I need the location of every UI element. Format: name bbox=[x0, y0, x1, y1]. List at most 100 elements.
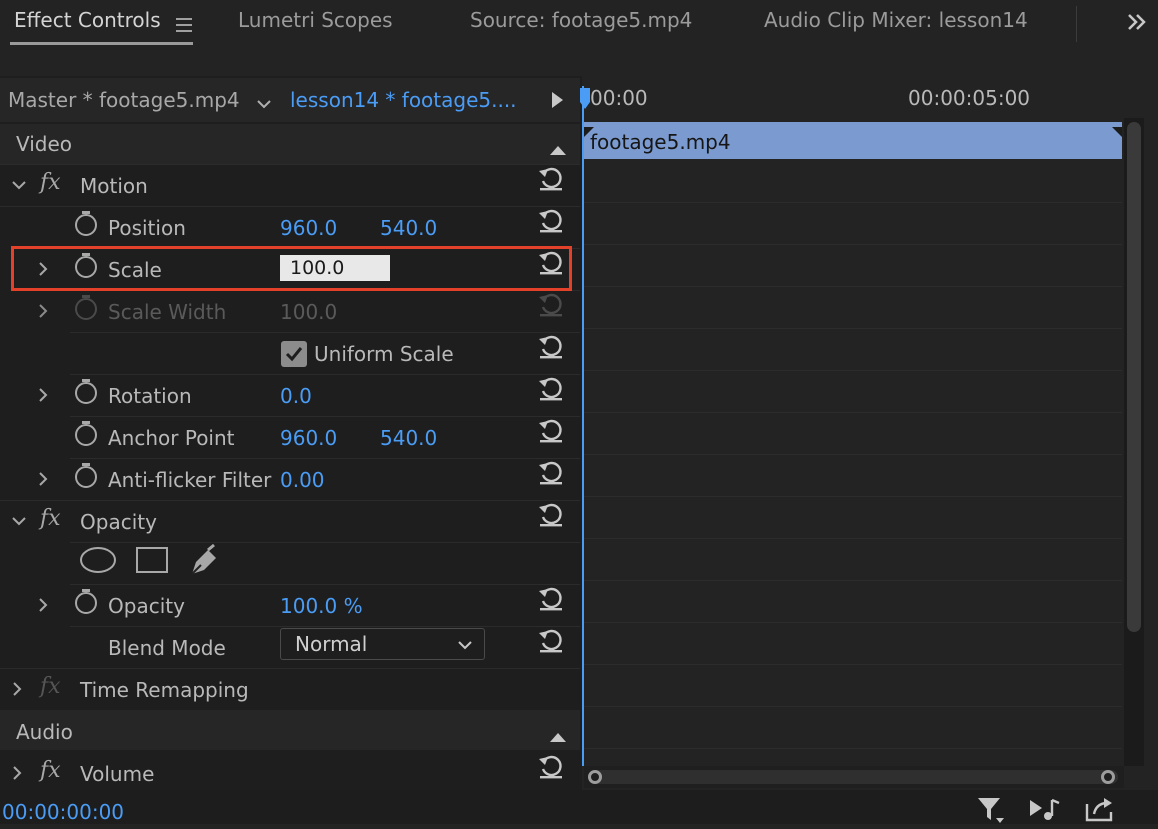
divider bbox=[70, 374, 580, 375]
chevron-right-icon[interactable] bbox=[10, 762, 24, 780]
divider bbox=[70, 332, 580, 333]
position-x-value[interactable]: 960.0 bbox=[280, 216, 337, 240]
tab-audio-clip-mixer[interactable]: Audio Clip Mixer: lesson14 bbox=[764, 8, 1028, 32]
keyframe-timeline[interactable] bbox=[584, 118, 1122, 766]
divider bbox=[70, 626, 580, 627]
position-y-value[interactable]: 540.0 bbox=[380, 216, 437, 240]
rotation-value[interactable]: 0.0 bbox=[280, 384, 312, 408]
chevron-right-icon[interactable] bbox=[36, 300, 50, 318]
collapse-up-icon[interactable] bbox=[549, 724, 567, 742]
track-line bbox=[584, 454, 1122, 455]
track-line bbox=[584, 202, 1122, 203]
tab-effect-controls[interactable]: Effect Controls bbox=[14, 8, 161, 32]
fx-icon[interactable]: fx bbox=[40, 758, 61, 783]
track-line bbox=[584, 370, 1122, 371]
blend-mode-value: Normal bbox=[295, 632, 368, 656]
anchor-point-x-value[interactable]: 960.0 bbox=[280, 426, 337, 450]
collapse-up-icon[interactable] bbox=[549, 137, 567, 155]
stopwatch-icon bbox=[73, 294, 99, 322]
play-audio-icon[interactable] bbox=[1028, 796, 1062, 824]
stopwatch-icon[interactable] bbox=[73, 462, 99, 490]
video-section-label: Video bbox=[16, 132, 73, 156]
chevron-down-icon bbox=[458, 641, 472, 650]
reset-icon[interactable] bbox=[537, 752, 565, 780]
tab-lumetri-scopes[interactable]: Lumetri Scopes bbox=[238, 8, 393, 32]
active-clip-label[interactable]: lesson14 * footage5.... bbox=[290, 88, 517, 112]
ruler-start-label: 00:00 bbox=[590, 86, 648, 110]
opacity-label: Opacity bbox=[108, 594, 185, 618]
reset-icon bbox=[537, 290, 565, 318]
anchor-point-label: Anchor Point bbox=[108, 426, 235, 450]
volume-effect-label: Volume bbox=[80, 762, 155, 786]
track-line bbox=[584, 286, 1122, 287]
zoom-handle-right[interactable] bbox=[1101, 770, 1115, 784]
anti-flicker-label: Anti-flicker Filter bbox=[108, 468, 272, 492]
horizontal-scroll-thumb[interactable] bbox=[592, 770, 1118, 784]
fx-icon[interactable]: fx bbox=[40, 506, 61, 531]
audio-section-header bbox=[0, 710, 580, 750]
playhead-handle[interactable] bbox=[578, 88, 592, 110]
ruler-mid-label: 00:00:05:00 bbox=[908, 86, 1031, 110]
uniform-scale-label[interactable]: Uniform Scale bbox=[314, 342, 454, 366]
opacity-value[interactable]: 100.0 % bbox=[280, 594, 363, 618]
reset-icon[interactable] bbox=[537, 374, 565, 402]
track-line bbox=[584, 328, 1122, 329]
anti-flicker-value[interactable]: 0.00 bbox=[280, 468, 325, 492]
chevron-down-icon[interactable] bbox=[10, 174, 28, 190]
chevron-right-icon[interactable] bbox=[36, 594, 50, 612]
current-timecode[interactable]: 00:00:00:00 bbox=[2, 800, 124, 824]
double-chevron-right-icon[interactable] bbox=[1126, 12, 1148, 32]
export-icon[interactable] bbox=[1084, 794, 1116, 824]
chevron-right-icon[interactable] bbox=[36, 384, 50, 402]
reset-icon[interactable] bbox=[537, 332, 565, 360]
track-line bbox=[584, 244, 1122, 245]
rotation-label: Rotation bbox=[108, 384, 192, 408]
fx-icon: fx bbox=[40, 674, 61, 699]
reset-icon[interactable] bbox=[537, 626, 565, 654]
blend-mode-label: Blend Mode bbox=[108, 636, 226, 660]
tab-source[interactable]: Source: footage5.mp4 bbox=[470, 8, 692, 32]
zoom-handle-left[interactable] bbox=[588, 770, 602, 784]
scale-width-label: Scale Width bbox=[108, 300, 227, 324]
reset-icon[interactable] bbox=[537, 164, 565, 192]
track-line bbox=[584, 412, 1122, 413]
tab-divider bbox=[1076, 6, 1077, 42]
pen-mask-icon[interactable] bbox=[188, 543, 222, 578]
reset-icon[interactable] bbox=[537, 458, 565, 486]
video-section-header bbox=[0, 124, 580, 164]
divider bbox=[0, 206, 580, 207]
stopwatch-icon[interactable] bbox=[73, 420, 99, 448]
filter-icon[interactable] bbox=[976, 796, 1006, 824]
checkmark-icon bbox=[285, 347, 303, 362]
divider bbox=[70, 458, 580, 459]
track-line bbox=[584, 664, 1122, 665]
playhead-line[interactable] bbox=[582, 86, 584, 766]
uniform-scale-checkbox[interactable] bbox=[281, 341, 307, 367]
anchor-point-y-value[interactable]: 540.0 bbox=[380, 426, 437, 450]
reset-icon[interactable] bbox=[537, 206, 565, 234]
ellipse-mask-icon[interactable] bbox=[80, 546, 116, 574]
chevron-right-icon[interactable] bbox=[36, 468, 50, 486]
track-line bbox=[584, 496, 1122, 497]
opacity-effect-label: Opacity bbox=[80, 510, 157, 534]
reset-icon[interactable] bbox=[537, 416, 565, 444]
stopwatch-icon[interactable] bbox=[73, 378, 99, 406]
chevron-right-icon[interactable] bbox=[10, 678, 24, 696]
play-triangle-icon[interactable] bbox=[550, 90, 564, 108]
reset-icon[interactable] bbox=[537, 500, 565, 528]
rectangle-mask-icon[interactable] bbox=[136, 546, 168, 574]
chevron-down-icon[interactable] bbox=[256, 92, 272, 109]
track-line bbox=[584, 706, 1122, 707]
blend-mode-dropdown[interactable]: Normal bbox=[280, 628, 485, 660]
chevron-down-icon[interactable] bbox=[10, 510, 28, 526]
panel-menu-icon[interactable] bbox=[176, 14, 192, 32]
clip-name: footage5.mp4 bbox=[590, 130, 731, 154]
stopwatch-icon[interactable] bbox=[73, 210, 99, 238]
fx-icon[interactable]: fx bbox=[40, 170, 61, 195]
audio-section-label: Audio bbox=[16, 720, 73, 744]
vertical-scroll-thumb[interactable] bbox=[1127, 122, 1141, 632]
stopwatch-icon[interactable] bbox=[73, 588, 99, 616]
reset-icon[interactable] bbox=[537, 584, 565, 612]
divider bbox=[70, 542, 580, 543]
master-clip-label[interactable]: Master * footage5.mp4 bbox=[8, 88, 240, 112]
